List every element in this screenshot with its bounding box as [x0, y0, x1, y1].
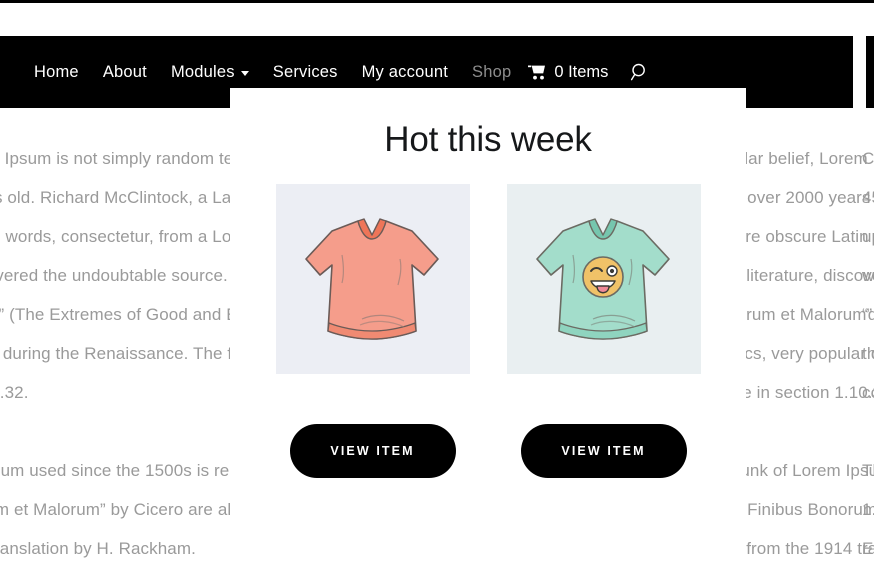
search-icon: [631, 63, 646, 81]
nav-item-label: Modules: [170, 62, 235, 81]
body-line: English versions from the 1914 translati…: [0, 539, 196, 558]
nav-item-label: My account: [361, 62, 448, 81]
body-line: word in classical literature, discovered…: [862, 266, 874, 285]
modal-title: Hot this week: [384, 120, 592, 159]
body-line: The standard chunk of Lorem Ipsum used s…: [862, 461, 874, 480]
product-image-coral-tshirt[interactable]: [275, 184, 470, 374]
cart-link[interactable]: 0 Items: [523, 63, 618, 82]
nav-item-label: Services: [272, 62, 338, 81]
body-line: 1.10.33 from “de Finibus Bonorum et Malo…: [862, 500, 874, 519]
nav-item-label: About: [102, 62, 147, 81]
view-item-button-coral[interactable]: VIEW ITEM: [289, 424, 456, 478]
nav-item-my-account[interactable]: My account: [350, 63, 460, 82]
view-item-button-mint[interactable]: VIEW ITEM: [520, 424, 687, 478]
hot-this-week-modal: Hot this week VIEW ITEM VIEW ITEM: [230, 88, 746, 567]
nav-item-label: Home: [34, 62, 79, 81]
search-button[interactable]: [618, 62, 662, 82]
winking-tongue-emoji-icon: [581, 256, 624, 298]
body-text-column-far-right-sliver: Contrary to popular belief, Lorem Ipsum …: [862, 139, 874, 567]
product-grid: VIEW ITEM VIEW ITEM: [230, 184, 746, 478]
nav-item-label: Shop: [471, 62, 512, 81]
chevron-down-icon: [240, 71, 249, 76]
coral-tshirt-icon: [304, 218, 439, 340]
body-line: Contrary to popular belief, Lorem Ipsum …: [862, 149, 874, 168]
nav-item-services[interactable]: Services: [261, 63, 350, 82]
body-line: 45 BC, making it over 2000 years old. Ri…: [862, 188, 874, 207]
body-line: comes from a line in section 1.10.32.: [0, 383, 29, 402]
body-line: “de Finibus Bonorum et Malorum” (The Ext…: [862, 305, 874, 324]
page-root: Contrary to popular belief, Lorem Ipsum …: [0, 0, 874, 567]
body-line: English versions from the 1914 translati…: [862, 539, 874, 558]
nav-item-about[interactable]: About: [91, 63, 159, 82]
product-image-mint-tshirt[interactable]: [506, 184, 701, 374]
product-card-mint-tshirt: VIEW ITEM: [506, 184, 701, 478]
cart-items-label: 0 Items: [554, 62, 609, 81]
body-line: the theory of ethics, very popular durin…: [862, 344, 874, 363]
product-card-coral-tshirt: VIEW ITEM: [275, 184, 470, 478]
nav-item-home[interactable]: Home: [22, 63, 91, 82]
nav-item-modules[interactable]: Modules: [159, 63, 261, 82]
header-right-edge-block: [866, 36, 874, 108]
nav-item-shop[interactable]: Shop: [460, 63, 523, 82]
top-accent-bar: [0, 0, 874, 3]
body-line: comes from a line in section 1.10.32.: [862, 383, 874, 402]
shopping-cart-icon: [528, 65, 546, 80]
body-line: up one of the more obscure Latin words, …: [862, 227, 874, 246]
mint-tshirt-icon: [535, 218, 670, 340]
